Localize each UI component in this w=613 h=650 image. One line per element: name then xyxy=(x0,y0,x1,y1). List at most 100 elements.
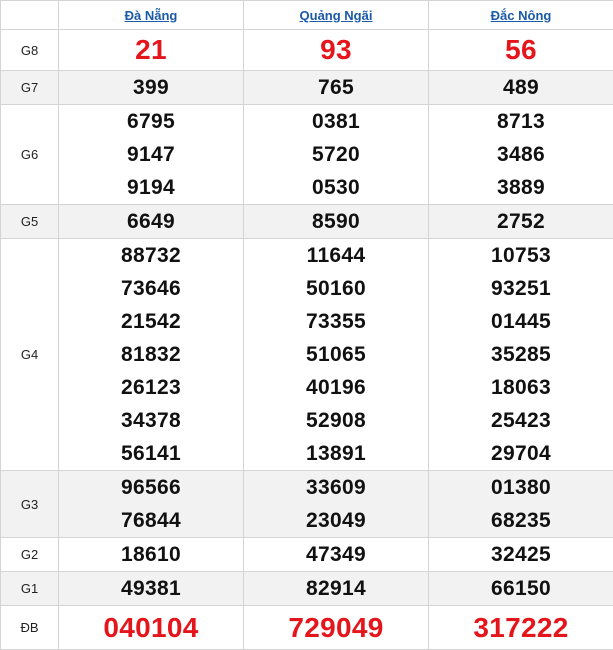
prize-row-g8: G8219356 xyxy=(1,30,613,71)
prize-label: G6 xyxy=(1,105,59,205)
province-link-quang-ngai[interactable]: Quảng Ngãi xyxy=(300,8,373,23)
prize-cell: 317222 xyxy=(429,606,613,650)
prize-cell: 871334863889 xyxy=(429,105,613,205)
prize-cell: 679591479194 xyxy=(59,105,244,205)
prize-number: 34378 xyxy=(59,404,243,437)
prize-cell: 040104 xyxy=(59,606,244,650)
prize-cell: 729049 xyxy=(244,606,429,650)
prize-number: 32425 xyxy=(429,538,613,571)
prize-cell: 9656676844 xyxy=(59,471,244,538)
prize-number: 73646 xyxy=(59,272,243,305)
prize-number: 49381 xyxy=(59,572,243,605)
prize-number: 11644 xyxy=(244,239,428,272)
prize-label: G1 xyxy=(1,572,59,606)
prize-number: 3486 xyxy=(429,138,613,171)
prize-cell: 038157200530 xyxy=(244,105,429,205)
prize-number: 50160 xyxy=(244,272,428,305)
prize-label: G3 xyxy=(1,471,59,538)
prize-number: 81832 xyxy=(59,338,243,371)
prize-number: 8590 xyxy=(244,205,428,238)
prize-number: 76844 xyxy=(59,504,243,537)
prize-number: 18063 xyxy=(429,371,613,404)
prize-cell: 2752 xyxy=(429,205,613,239)
prize-cell: 8590 xyxy=(244,205,429,239)
prize-number: 399 xyxy=(59,71,243,104)
province-link-da-nang[interactable]: Đà Nẵng xyxy=(125,8,178,23)
prize-row-đb: ĐB040104729049317222 xyxy=(1,606,613,650)
prize-row-g2: G2186104734932425 xyxy=(1,538,613,572)
prize-cell: 18610 xyxy=(59,538,244,572)
prize-number: 18610 xyxy=(59,538,243,571)
prize-number: 47349 xyxy=(244,538,428,571)
table-header-row: Đà Nẵng Quảng Ngãi Đắc Nông xyxy=(1,1,613,30)
prize-cell: 765 xyxy=(244,71,429,105)
prize-number: 51065 xyxy=(244,338,428,371)
prize-number: 040104 xyxy=(59,608,243,648)
province-header-cell: Đà Nẵng xyxy=(59,1,244,30)
prize-cell: 399 xyxy=(59,71,244,105)
prize-cell: 6649 xyxy=(59,205,244,239)
prize-cell: 88732736462154281832261233437856141 xyxy=(59,239,244,471)
prize-number: 8713 xyxy=(429,105,613,138)
prize-number: 317222 xyxy=(429,608,613,648)
prize-row-g4: G488732736462154281832261233437856141116… xyxy=(1,239,613,471)
prize-number: 10753 xyxy=(429,239,613,272)
prize-number: 26123 xyxy=(59,371,243,404)
results-body: G8219356G7399765489G66795914791940381572… xyxy=(1,30,613,650)
prize-label: G7 xyxy=(1,71,59,105)
prize-number: 489 xyxy=(429,71,613,104)
prize-cell: 11644501607335551065401965290813891 xyxy=(244,239,429,471)
prize-number: 40196 xyxy=(244,371,428,404)
prize-number: 73355 xyxy=(244,305,428,338)
prize-number: 93251 xyxy=(429,272,613,305)
prize-cell: 10753932510144535285180632542329704 xyxy=(429,239,613,471)
prize-row-g5: G5664985902752 xyxy=(1,205,613,239)
prize-number: 68235 xyxy=(429,504,613,537)
prize-cell: 49381 xyxy=(59,572,244,606)
prize-cell: 93 xyxy=(244,30,429,71)
province-link-dac-nong[interactable]: Đắc Nông xyxy=(491,8,552,23)
prize-number: 35285 xyxy=(429,338,613,371)
prize-number: 21 xyxy=(59,30,243,70)
prize-cell: 47349 xyxy=(244,538,429,572)
prize-number: 21542 xyxy=(59,305,243,338)
prize-number: 29704 xyxy=(429,437,613,470)
prize-number: 3889 xyxy=(429,171,613,204)
prize-number: 5720 xyxy=(244,138,428,171)
prize-cell: 21 xyxy=(59,30,244,71)
prize-number: 82914 xyxy=(244,572,428,605)
header-corner-cell xyxy=(1,1,59,30)
prize-number: 01380 xyxy=(429,471,613,504)
prize-row-g1: G1493818291466150 xyxy=(1,572,613,606)
prize-number: 93 xyxy=(244,30,428,70)
province-header-cell: Quảng Ngãi xyxy=(244,1,429,30)
lottery-results-table: Đà Nẵng Quảng Ngãi Đắc Nông G8219356G739… xyxy=(0,0,613,650)
prize-number: 13891 xyxy=(244,437,428,470)
prize-number: 6649 xyxy=(59,205,243,238)
prize-label: ĐB xyxy=(1,606,59,650)
prize-number: 23049 xyxy=(244,504,428,537)
prize-number: 729049 xyxy=(244,608,428,648)
prize-number: 6795 xyxy=(59,105,243,138)
prize-label: G2 xyxy=(1,538,59,572)
prize-label: G5 xyxy=(1,205,59,239)
prize-number: 56141 xyxy=(59,437,243,470)
prize-label: G4 xyxy=(1,239,59,471)
prize-number: 2752 xyxy=(429,205,613,238)
province-header-cell: Đắc Nông xyxy=(429,1,613,30)
prize-number: 52908 xyxy=(244,404,428,437)
prize-cell: 66150 xyxy=(429,572,613,606)
prize-number: 0381 xyxy=(244,105,428,138)
prize-number: 33609 xyxy=(244,471,428,504)
prize-cell: 489 xyxy=(429,71,613,105)
prize-cell: 3360923049 xyxy=(244,471,429,538)
prize-cell: 82914 xyxy=(244,572,429,606)
prize-number: 765 xyxy=(244,71,428,104)
prize-label: G8 xyxy=(1,30,59,71)
prize-number: 01445 xyxy=(429,305,613,338)
prize-number: 56 xyxy=(429,30,613,70)
prize-number: 96566 xyxy=(59,471,243,504)
prize-number: 0530 xyxy=(244,171,428,204)
prize-number: 66150 xyxy=(429,572,613,605)
prize-row-g3: G3965667684433609230490138068235 xyxy=(1,471,613,538)
